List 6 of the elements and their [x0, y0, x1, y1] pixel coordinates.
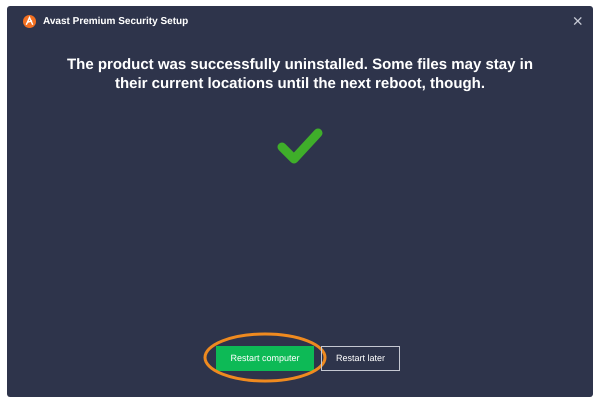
window-title: Avast Premium Security Setup: [43, 14, 188, 28]
close-button[interactable]: ×: [572, 12, 583, 30]
logo-icon: [23, 14, 36, 28]
checkmark-icon: [277, 128, 323, 164]
restart-later-button[interactable]: Restart later: [321, 346, 400, 371]
status-message: The product was successfully uninstalled. Some files may stay in their current locations until the next reboot, though.: [66, 55, 534, 93]
